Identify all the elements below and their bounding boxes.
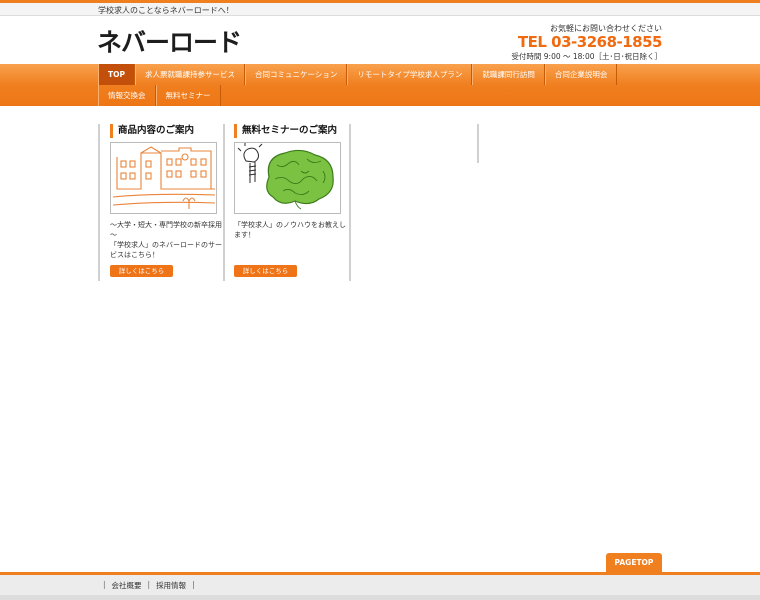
nav-row-1: TOP 求人票就職課持参サービス 合同コミュニケーション リモートタイプ学校求人…	[98, 64, 618, 85]
column-divider	[477, 124, 479, 163]
details-button[interactable]: 詳しくはこちら	[234, 265, 297, 277]
divider: |	[103, 580, 106, 589]
footer-link-recruit[interactable]: 採用情報	[156, 580, 186, 591]
footer-link-company[interactable]: 会社概要	[112, 580, 142, 591]
product-card: 商品内容のご案内 ～大学・短大・専門学校の新卒採用～ 「学校求人」のネバーロード…	[98, 124, 225, 281]
card-description: ～大学・短大・専門学校の新卒採用～ 「学校求人」のネバーロードのサービスはこちら…	[110, 220, 222, 260]
details-button[interactable]: 詳しくはこちら	[110, 265, 173, 277]
card-heading: 無料セミナーのご案内	[234, 124, 337, 138]
brain-illustration[interactable]	[234, 142, 341, 214]
card-text-line: ～大学・短大・専門学校の新卒採用～	[110, 221, 222, 239]
nav-item-visit[interactable]: 就職課同行訪問	[472, 64, 545, 85]
nav-item-top[interactable]: TOP	[98, 64, 135, 85]
pagetop-button[interactable]: PAGETOP	[606, 553, 662, 572]
nav-item-job-delivery[interactable]: 求人票就職課持参サービス	[135, 64, 245, 85]
nav-item-info-exchange[interactable]: 情報交換会	[98, 85, 156, 106]
footer-bottom-strip	[0, 595, 760, 600]
top-bar: 学校求人のことならネバーロードへ！	[0, 0, 760, 16]
card-heading: 商品内容のご案内	[110, 124, 194, 138]
footer-links: | 会社概要 | 採用情報 |	[97, 580, 201, 591]
nav-item-joint-communication[interactable]: 合同コミュニケーション	[245, 64, 348, 85]
divider: |	[147, 580, 151, 589]
card-text-line: 「学校求人」のネバーロードのサービスはこちら！	[110, 241, 222, 259]
phone-number: TEL 03-3268-1855	[517, 33, 663, 51]
nav-item-job-fair[interactable]: 合同企業説明会	[544, 64, 618, 85]
card-text-line: 「学校求人」のノウハウをお教えします！	[234, 221, 346, 239]
nav-item-free-seminar[interactable]: 無料セミナー	[155, 85, 221, 106]
contact-info: お気軽にお問い合わせください TEL 03-3268-1855 受付時間 9:0…	[511, 23, 662, 62]
school-illustration[interactable]	[110, 142, 217, 214]
main-nav: TOP 求人票就職課持参サービス 合同コミュニケーション リモートタイプ学校求人…	[0, 64, 760, 106]
site-tagline: 学校求人のことならネバーロードへ！	[98, 6, 234, 15]
site-logo[interactable]: ネバーロード	[97, 23, 242, 59]
card-description: 「学校求人」のノウハウをお教えします！	[234, 220, 346, 240]
nav-item-remote-plan[interactable]: リモートタイプ学校求人プラン	[347, 64, 473, 85]
nav-row-2: 情報交換会 無料セミナー	[98, 85, 221, 106]
seminar-card: 無料セミナーのご案内 「学校求人」のノウハウをお教えします！ 詳しくはこちら	[224, 124, 351, 281]
business-hours: 受付時間 9:00 ～ 18:00［土･日･祝日除く］	[511, 52, 662, 61]
footer: | 会社概要 | 採用情報 |	[0, 572, 760, 600]
header: ネバーロード お気軽にお問い合わせください TEL 03-3268-1855 受…	[0, 16, 760, 64]
divider: |	[192, 580, 195, 589]
